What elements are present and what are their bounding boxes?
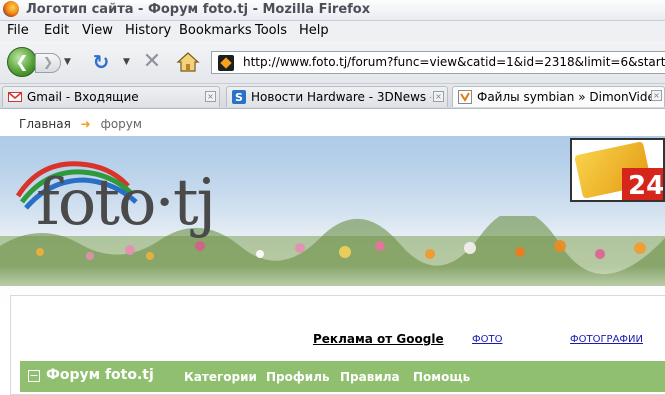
forum-header-bar: − Форум foto.tj Категории Профиль Правил… bbox=[20, 361, 665, 392]
tab-gmail[interactable]: Gmail - Входящие × bbox=[2, 86, 220, 107]
collapse-icon[interactable]: − bbox=[28, 370, 40, 382]
tab-dimonvideo[interactable]: Файлы symbian » DimonVideo bbox=[452, 86, 665, 107]
breadcrumb-arrow-icon: ➜ bbox=[80, 117, 91, 131]
forum-title: Форум foto.tj bbox=[46, 367, 154, 383]
tab-close-icon[interactable]: × bbox=[433, 91, 444, 102]
menu-tools[interactable]: Tools bbox=[255, 23, 287, 38]
ad-link-photo[interactable]: ФОТО bbox=[472, 334, 502, 345]
menu-bar: File Edit View History Bookmarks Tools H… bbox=[0, 21, 665, 41]
tab-3dnews[interactable]: S Новости Hardware - 3DNews -... × bbox=[226, 86, 448, 107]
forum-nav-categories[interactable]: Категории bbox=[184, 370, 257, 384]
tab-close-icon[interactable]: × bbox=[651, 90, 662, 101]
menu-bookmarks[interactable]: Bookmarks bbox=[179, 23, 252, 38]
breadcrumb-home-link[interactable]: Главная bbox=[19, 117, 71, 131]
stop-button[interactable]: ✕ bbox=[140, 50, 164, 74]
3dnews-icon: S bbox=[232, 90, 246, 104]
address-bar[interactable]: http://www.foto.tj/forum?func=view&catid… bbox=[211, 51, 665, 74]
home-button[interactable] bbox=[176, 50, 200, 74]
forum-nav-profile[interactable]: Профиль bbox=[266, 370, 330, 384]
tab-strip: Gmail - Входящие × S Новости Hardware - … bbox=[0, 84, 665, 109]
tab-close-icon[interactable]: × bbox=[205, 91, 216, 102]
forum-nav-help[interactable]: Помощь bbox=[413, 370, 470, 384]
site-header-banner: foto·tj 24 bbox=[0, 136, 665, 314]
window-title-bar: Логотип сайта - Форум foto.tj - Mozilla … bbox=[0, 0, 665, 21]
home-icon bbox=[176, 52, 200, 72]
site-favicon-icon bbox=[218, 55, 234, 71]
window-title: Логотип сайта - Форум foto.tj - Mozilla … bbox=[26, 2, 371, 17]
forum-nav-rules[interactable]: Правила bbox=[340, 370, 400, 384]
tab-gmail-label: Gmail - Входящие bbox=[27, 90, 139, 104]
gmail-icon bbox=[8, 92, 22, 102]
reload-dropdown-icon[interactable]: ▼ bbox=[123, 55, 133, 69]
breadcrumb: Главная ➜ форум bbox=[19, 117, 142, 131]
tab-dimonvideo-label: Файлы symbian » DimonVideo bbox=[477, 90, 655, 104]
navigation-toolbar: ❮ ❯ ▼ ↻ ▼ ✕ http://www.foto.tj/forum?fun… bbox=[0, 41, 665, 84]
tab-3dnews-label: Новости Hardware - 3DNews -... bbox=[251, 90, 431, 104]
history-dropdown-icon[interactable]: ▼ bbox=[64, 55, 76, 69]
menu-help[interactable]: Help bbox=[299, 23, 329, 38]
breadcrumb-current: форум bbox=[100, 117, 142, 131]
web-page: Главная ➜ форум foto·tj 24 Реклама от Go… bbox=[0, 109, 665, 395]
banner-ad[interactable]: 24 bbox=[570, 138, 665, 202]
url-text[interactable]: http://www.foto.tj/forum?func=view&catid… bbox=[243, 55, 665, 69]
menu-file[interactable]: File bbox=[7, 23, 29, 38]
menu-view[interactable]: View bbox=[82, 23, 113, 38]
google-ads-label[interactable]: Реклама от Google bbox=[313, 332, 444, 346]
back-button[interactable]: ❮ bbox=[7, 47, 37, 77]
ad-number: 24 bbox=[622, 168, 663, 200]
menu-edit[interactable]: Edit bbox=[44, 23, 69, 38]
forward-button[interactable]: ❯ bbox=[35, 53, 61, 73]
ad-link-photos[interactable]: ФОТОГРАФИИ bbox=[570, 334, 643, 345]
site-logo[interactable]: foto·tj bbox=[36, 166, 216, 240]
dimonvideo-icon bbox=[458, 90, 472, 104]
svg-text:S: S bbox=[235, 91, 243, 104]
reload-button[interactable]: ↻ bbox=[90, 51, 112, 73]
menu-history[interactable]: History bbox=[125, 23, 171, 38]
firefox-icon bbox=[3, 1, 19, 17]
